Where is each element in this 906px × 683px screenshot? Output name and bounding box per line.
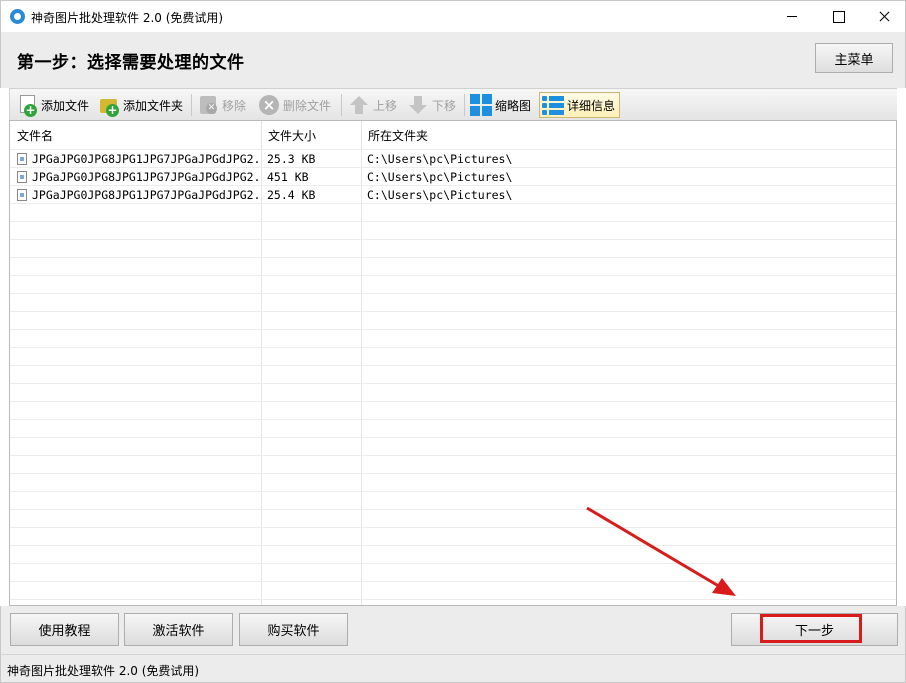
delete-file-label: 删除文件 (283, 98, 332, 113)
step-title: 第一步：选择需要处理的文件 (17, 53, 245, 73)
arrow-down-icon (407, 94, 429, 116)
maximize-button[interactable] (815, 1, 861, 32)
remove-button[interactable]: ✕ 移除 (197, 92, 246, 118)
empty-row-line (10, 203, 896, 204)
empty-row-line (10, 419, 896, 420)
empty-row-line (10, 347, 896, 348)
move-up-label: 上移 (373, 98, 398, 113)
file-folder: C:\Users\pc\Pictures\ (367, 188, 513, 202)
minimize-button[interactable] (769, 1, 815, 32)
remove-label: 移除 (222, 98, 247, 113)
empty-row-line (10, 401, 896, 402)
buy-button[interactable]: 购买软件 (239, 613, 348, 646)
add-file-icon: + (16, 94, 38, 117)
file-folder: C:\Users\pc\Pictures\ (367, 152, 513, 166)
empty-row-line (10, 329, 896, 330)
details-label: 详细信息 (567, 98, 616, 113)
image-file-icon (17, 189, 27, 201)
annotation-highlight-box (760, 614, 862, 643)
app-icon (10, 9, 25, 24)
empty-row-line (10, 509, 896, 510)
main-menu-button[interactable]: 主菜单 (815, 43, 893, 73)
empty-row-line (10, 545, 896, 546)
add-folder-icon: + (98, 94, 120, 117)
table-row[interactable]: JPGaJPG0JPG8JPG1JPG7JPGaJPGdJPG2... 25.3… (10, 149, 896, 167)
tutorial-button[interactable]: 使用教程 (10, 613, 119, 646)
table-row[interactable]: JPGaJPG0JPG8JPG1JPG7JPGaJPGdJPG2... 451 … (10, 167, 896, 185)
empty-row-line (10, 563, 896, 564)
empty-row-line (10, 383, 896, 384)
empty-row-line (10, 311, 896, 312)
file-folder: C:\Users\pc\Pictures\ (367, 170, 513, 184)
file-size: 25.3 KB (267, 152, 316, 166)
add-folder-button[interactable]: + 添加文件夹 (98, 92, 183, 118)
toolbar-separator (341, 94, 342, 116)
empty-row-line (10, 473, 896, 474)
empty-row-line (10, 437, 896, 438)
empty-row-line (10, 599, 896, 600)
status-bar: 神奇图片批处理软件 2.0 (免费试用) (0, 654, 906, 683)
empty-row-line (10, 293, 896, 294)
activate-button[interactable]: 激活软件 (124, 613, 233, 646)
remove-icon: ✕ (197, 94, 219, 116)
empty-row-line (10, 221, 896, 222)
step-header: 第一步：选择需要处理的文件 主菜单 (0, 32, 906, 88)
status-text: 神奇图片批处理软件 2.0 (免费试用) (7, 664, 200, 678)
toolbar-separator (191, 94, 192, 116)
empty-row-line (10, 527, 896, 528)
details-view-button[interactable]: 详细信息 (539, 92, 621, 118)
file-name: JPGaJPG0JPG8JPG1JPG7JPGaJPGdJPG2... (32, 170, 260, 184)
add-file-button[interactable]: + 添加文件 (16, 92, 89, 118)
header-filename[interactable]: 文件名 (10, 121, 262, 150)
window-title: 神奇图片批处理软件 2.0 (免费试用) (31, 11, 224, 25)
empty-row-line (10, 275, 896, 276)
file-size: 451 KB (267, 170, 309, 184)
file-name: JPGaJPG0JPG8JPG1JPG7JPGaJPGdJPG2... (32, 188, 260, 202)
toolbar: + 添加文件 + 添加文件夹 ✕ 移除 × 删除文件 上移 下移 缩略图 详细信… (9, 88, 897, 120)
table-row[interactable]: JPGaJPG0JPG8JPG1JPG7JPGaJPGdJPG2... 25.4… (10, 185, 896, 203)
image-file-icon (17, 171, 27, 183)
image-file-icon (17, 153, 27, 165)
move-down-button[interactable]: 下移 (407, 92, 456, 118)
header-filesize[interactable]: 文件大小 (261, 121, 362, 150)
add-file-label: 添加文件 (41, 98, 90, 113)
empty-row-line (10, 239, 896, 240)
header-folder[interactable]: 所在文件夹 (361, 121, 896, 150)
arrow-up-icon (348, 94, 370, 116)
toolbar-separator (464, 94, 465, 116)
empty-row-line (10, 455, 896, 456)
empty-row-line (10, 365, 896, 366)
empty-row-line (10, 257, 896, 258)
empty-row-line (10, 491, 896, 492)
list-icon (542, 94, 564, 116)
file-name: JPGaJPG0JPG8JPG1JPG7JPGaJPGdJPG2... (32, 152, 260, 166)
file-table[interactable]: 文件名 文件大小 所在文件夹 JPGaJPG0JPG8JPG1JPG7JPGaJ… (9, 120, 897, 606)
file-size: 25.4 KB (267, 188, 316, 202)
title-bar: 神奇图片批处理软件 2.0 (免费试用) (0, 0, 906, 32)
close-button[interactable] (861, 1, 906, 32)
add-folder-label: 添加文件夹 (123, 98, 184, 113)
move-down-label: 下移 (432, 98, 457, 113)
move-up-button[interactable]: 上移 (348, 92, 397, 118)
empty-row-line (10, 581, 896, 582)
grid-icon (470, 94, 492, 116)
thumbnail-label: 缩略图 (495, 98, 532, 113)
delete-file-button[interactable]: × 删除文件 (258, 92, 331, 118)
delete-icon: × (258, 94, 280, 116)
thumbnail-view-button[interactable]: 缩略图 (470, 92, 531, 118)
